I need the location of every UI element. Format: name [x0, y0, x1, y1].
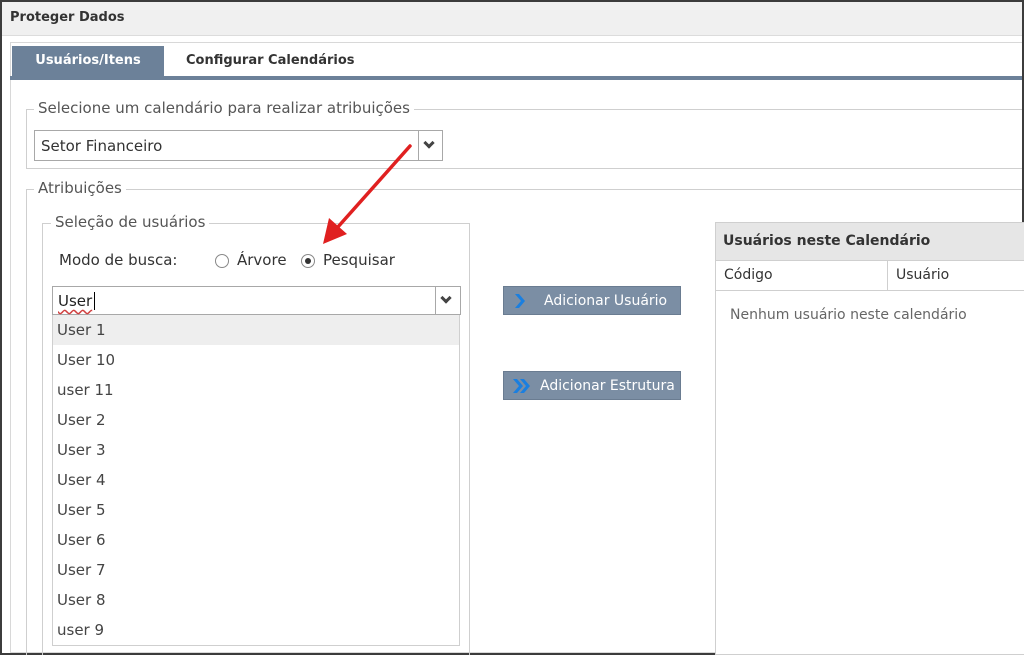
list-item[interactable]: User 2	[53, 405, 459, 435]
list-item[interactable]: User 7	[53, 555, 459, 585]
calendar-select-value: Setor Financeiro	[41, 137, 163, 155]
add-structure-button[interactable]: Adicionar Estrutura	[503, 371, 681, 400]
list-item[interactable]: User 1	[53, 315, 459, 345]
user-selection-legend: Seleção de usuários	[51, 213, 210, 231]
calendar-users-panel: Usuários neste Calendário Código Usuário…	[715, 222, 1024, 655]
text-caret	[94, 292, 95, 310]
chevron-right-icon	[515, 294, 525, 308]
calendar-users-columns: Código Usuário	[716, 261, 1024, 291]
window-title: Proteger Dados	[10, 10, 125, 25]
list-item[interactable]: user 11	[53, 375, 459, 405]
radio-arvore[interactable]	[215, 254, 229, 268]
list-item[interactable]: User 4	[53, 465, 459, 495]
assignments-legend: Atribuições	[34, 179, 126, 197]
calendar-dropdown-button[interactable]	[418, 131, 442, 160]
user-results-list[interactable]: User 1 User 10 user 11 User 2 User 3 Use…	[52, 315, 460, 646]
add-user-label: Adicionar Usuário	[544, 293, 668, 309]
user-search-dropdown-button[interactable]	[435, 287, 460, 314]
list-item[interactable]: User 8	[53, 585, 459, 615]
radio-pesquisar-label[interactable]: Pesquisar	[323, 251, 395, 269]
calendar-select-legend: Selecione um calendário para realizar at…	[34, 99, 414, 117]
tab-usuarios-itens[interactable]: Usuários/Itens	[12, 46, 164, 76]
title-bar: Proteger Dados	[2, 2, 1022, 36]
tab-underline	[10, 76, 1022, 80]
user-search-input[interactable]: User	[58, 292, 92, 310]
list-item[interactable]: User 6	[53, 525, 459, 555]
radio-pesquisar[interactable]	[301, 254, 315, 268]
add-structure-label: Adicionar Estrutura	[540, 378, 675, 394]
chevron-down-icon	[423, 136, 435, 149]
list-item[interactable]: User 3	[53, 435, 459, 465]
radio-arvore-label[interactable]: Árvore	[237, 251, 287, 269]
double-chevron-right-icon	[513, 379, 530, 393]
add-user-button[interactable]: Adicionar Usuário	[503, 286, 681, 315]
tab-bar: Usuários/Itens Configurar Calendários	[10, 46, 1020, 78]
calendar-select[interactable]: Setor Financeiro	[34, 130, 443, 161]
list-item[interactable]: User 5	[53, 495, 459, 525]
tab-configurar-calendarios[interactable]: Configurar Calendários	[174, 46, 367, 76]
search-mode-label: Modo de busca:	[59, 251, 178, 269]
calendar-users-title: Usuários neste Calendário	[723, 233, 931, 249]
calendar-users-header: Usuários neste Calendário	[716, 223, 1024, 261]
list-item[interactable]: User 10	[53, 345, 459, 375]
empty-message: Nenhum usuário neste calendário	[730, 307, 967, 323]
user-search-combobox[interactable]: User	[52, 286, 461, 315]
column-divider	[887, 261, 888, 291]
column-header-usuario[interactable]: Usuário	[896, 267, 949, 283]
chevron-down-icon	[440, 291, 452, 304]
list-item[interactable]: user 9	[53, 615, 459, 645]
column-header-codigo[interactable]: Código	[724, 267, 773, 283]
